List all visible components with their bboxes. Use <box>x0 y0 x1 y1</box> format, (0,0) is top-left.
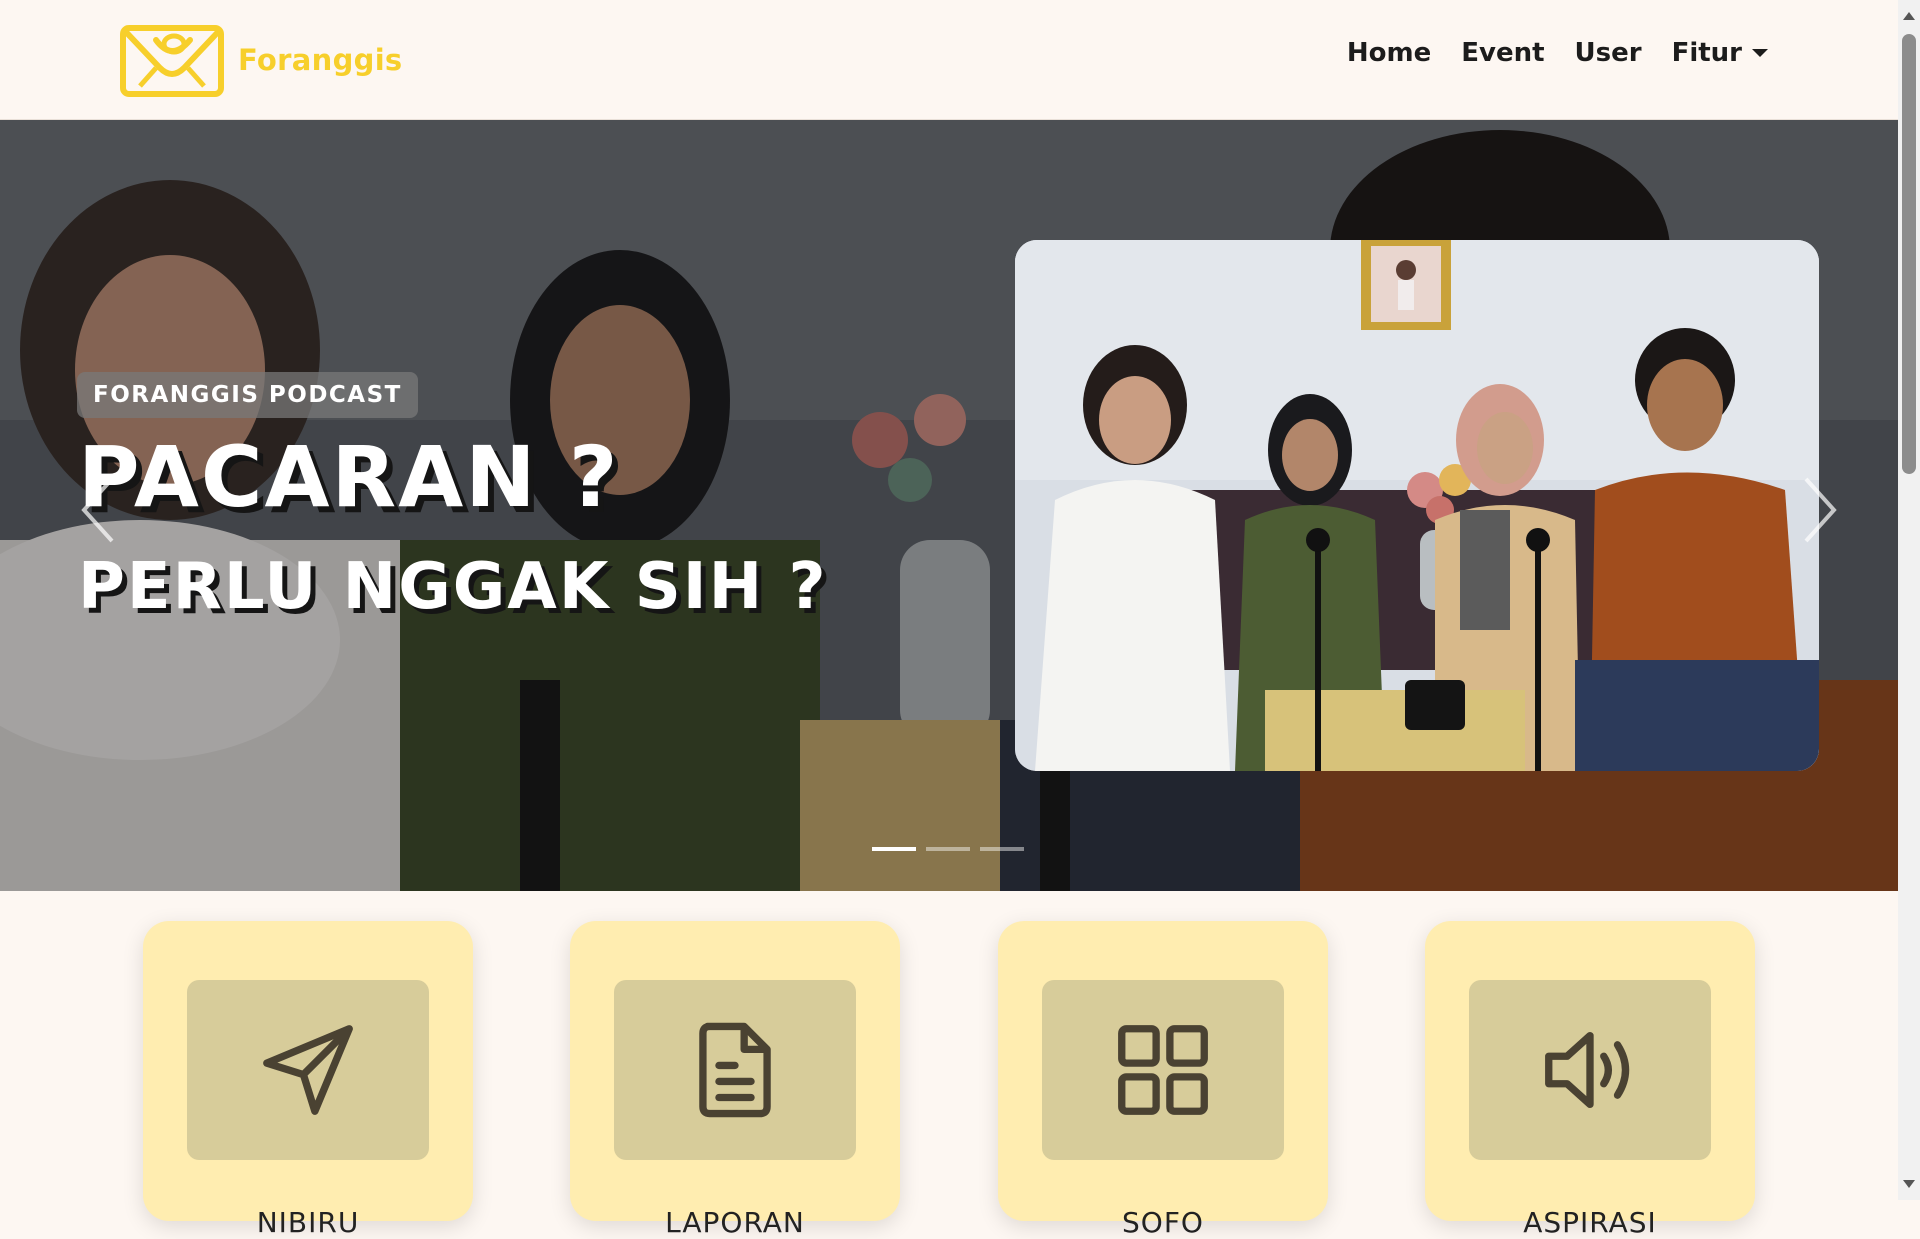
nav-link-label: User <box>1574 38 1642 68</box>
envelope-face-logo <box>120 25 224 97</box>
hero-photo <box>1015 240 1819 771</box>
navbar: Foranggis Home Event User Fitur <box>0 0 1898 120</box>
feature-icon-box <box>1469 980 1711 1160</box>
feature-card-laporan[interactable]: LAPORAN <box>570 921 900 1239</box>
grid-icon <box>1118 1025 1208 1115</box>
scroll-up-arrow-icon[interactable] <box>1903 12 1915 20</box>
nav-link-label: Home <box>1346 38 1432 68</box>
feature-icon-box <box>1042 980 1284 1160</box>
carousel-indicator[interactable] <box>980 847 1024 851</box>
chevron-right-icon <box>1804 477 1837 543</box>
brand[interactable]: Foranggis <box>120 22 403 98</box>
feature-card-nibiru[interactable]: NIBIRU <box>143 921 473 1239</box>
hero-carousel: FORANGGIS PODCAST PACARAN ? PERLU NGGAK … <box>0 120 1898 891</box>
chevron-left-icon <box>81 477 114 543</box>
nav-links: Home Event User Fitur <box>1347 38 1768 68</box>
feature-icon-box <box>187 980 429 1160</box>
feature-card-label: ASPIRASI <box>1523 1206 1657 1239</box>
feature-cards: NIBIRU LAPORAN SOFO ASPIRASI <box>0 891 1898 1239</box>
feature-icon-box <box>614 980 856 1160</box>
caret-down-icon <box>1752 49 1768 57</box>
hero-badge: FORANGGIS PODCAST <box>77 372 418 418</box>
hero-subtitle: PERLU NGGAK SIH ? <box>78 550 828 624</box>
brand-name: Foranggis <box>238 43 403 77</box>
nav-link-home[interactable]: Home <box>1347 38 1431 68</box>
nav-link-user[interactable]: User <box>1575 38 1642 68</box>
paper-plane-icon <box>263 1025 353 1115</box>
carousel-indicators <box>872 847 1024 851</box>
feature-card-aspirasi[interactable]: ASPIRASI <box>1425 921 1755 1239</box>
nav-link-label: Event <box>1461 38 1545 68</box>
document-icon <box>699 1022 771 1118</box>
nav-link-label: Fitur <box>1671 38 1742 68</box>
carousel-next-button[interactable] <box>1800 475 1840 545</box>
speaker-icon <box>1545 1031 1630 1109</box>
feature-card-label: SOFO <box>1122 1206 1204 1239</box>
feature-card-label: NIBIRU <box>256 1206 360 1239</box>
carousel-indicator[interactable] <box>926 847 970 851</box>
carousel-prev-button[interactable] <box>78 475 118 545</box>
hero-title: PACARAN ? <box>78 428 620 526</box>
feature-card-sofo[interactable]: SOFO <box>998 921 1328 1239</box>
podcast-group-photo <box>1015 240 1819 771</box>
nav-link-event[interactable]: Event <box>1461 38 1544 68</box>
nav-dropdown-fitur[interactable]: Fitur <box>1672 38 1768 68</box>
scroll-down-arrow-icon[interactable] <box>1903 1180 1915 1188</box>
carousel-indicator[interactable] <box>872 847 916 851</box>
feature-card-label: LAPORAN <box>665 1206 805 1239</box>
page-scrollbar[interactable] <box>1898 0 1920 1200</box>
scrollbar-thumb[interactable] <box>1902 34 1916 474</box>
